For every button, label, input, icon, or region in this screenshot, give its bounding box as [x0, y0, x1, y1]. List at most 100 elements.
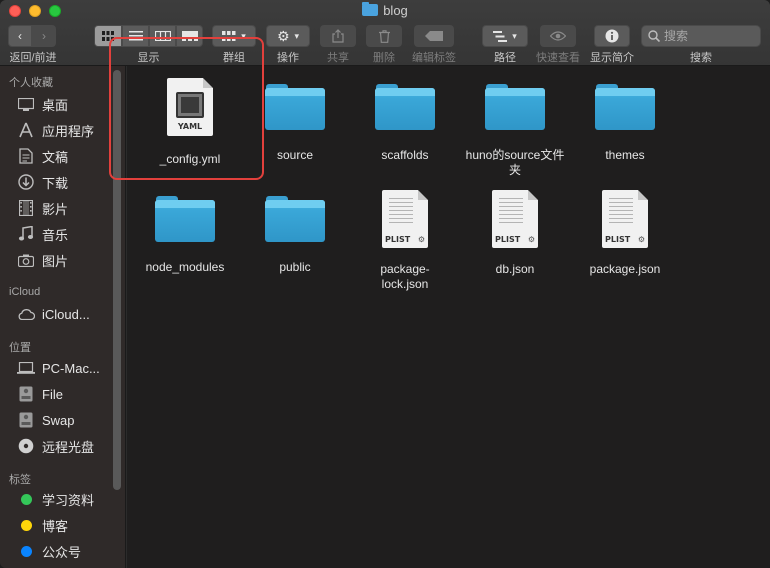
- cloud-icon: [17, 305, 35, 323]
- file-item-node-modules[interactable]: node_modules: [135, 196, 235, 275]
- file-name: scaffolds: [381, 148, 429, 162]
- folder-icon: [595, 84, 655, 130]
- sidebar-item-tag-blog[interactable]: 博客: [17, 514, 68, 536]
- trash-icon: [378, 29, 390, 43]
- plist-file-icon: PLIST ⚙: [492, 190, 538, 248]
- file-item-themes[interactable]: themes: [575, 84, 675, 163]
- share-label: 共享: [327, 52, 349, 64]
- folder-icon: [265, 84, 325, 130]
- file-name: package.json: [589, 262, 661, 276]
- search-field[interactable]: [641, 25, 761, 47]
- share-control: [320, 25, 356, 47]
- forward-button[interactable]: ›: [32, 25, 56, 47]
- gear-icon: ⚙: [417, 235, 425, 244]
- sidebar-item-label: 桌面: [42, 97, 69, 113]
- chevron-left-icon: ‹: [18, 29, 22, 43]
- sidebar-item-label: 应用程序: [42, 123, 95, 139]
- sidebar-item-movies[interactable]: 影片: [17, 197, 68, 219]
- file-item-public[interactable]: public: [245, 196, 345, 275]
- sidebar-item-icloud-drive[interactable]: iCloud...: [17, 303, 90, 325]
- file-name: public: [279, 260, 311, 274]
- info-icon: [605, 29, 619, 43]
- gear-icon: ⚙: [276, 27, 290, 44]
- file-name: themes: [605, 148, 645, 162]
- get-info-button[interactable]: [594, 25, 630, 47]
- icloud-header: iCloud: [9, 286, 41, 298]
- folder-icon: [362, 2, 379, 16]
- share-icon: [332, 29, 344, 43]
- quicklook-button[interactable]: [540, 25, 576, 47]
- file-name: package-lock.json: [380, 262, 430, 291]
- search-icon: [648, 30, 660, 42]
- sidebar-item-label: 公众号: [42, 544, 82, 560]
- laptop-icon: [17, 359, 35, 377]
- sidebar-item-applications[interactable]: 应用程序: [17, 119, 94, 141]
- search-input[interactable]: [664, 29, 754, 43]
- path-control: ▾: [482, 25, 528, 47]
- sidebar-item-music[interactable]: 音乐: [17, 223, 68, 245]
- disk-icon: [17, 385, 35, 403]
- sidebar-item-label: File: [42, 386, 63, 402]
- file-name: node_modules: [145, 260, 225, 274]
- share-button[interactable]: [320, 25, 356, 47]
- file-item-scaffolds[interactable]: scaffolds: [355, 84, 455, 163]
- sidebar: 个人收藏 桌面 应用程序 文稿 下载 影片 音乐 图片 iCloud iClou…: [0, 66, 126, 568]
- folder-icon: [485, 84, 545, 130]
- back-button[interactable]: ‹: [8, 25, 32, 47]
- sidebar-item-this-mac[interactable]: PC-Mac...: [17, 357, 100, 379]
- documents-icon: [17, 147, 35, 165]
- tag-color-dot: [21, 519, 32, 531]
- path-button[interactable]: ▾: [482, 25, 528, 47]
- quicklook-control: [540, 25, 576, 47]
- sidebar-item-label: 文稿: [42, 149, 69, 165]
- file-item-huno-source[interactable]: huno的source文件夹: [465, 84, 565, 178]
- sidebar-item-label: 影片: [42, 201, 69, 217]
- delete-button[interactable]: [366, 25, 402, 47]
- folder-icon: [155, 196, 215, 242]
- sidebar-item-swap-disk[interactable]: Swap: [17, 409, 75, 431]
- file-item-package-json[interactable]: PLIST ⚙ package.json: [575, 190, 675, 277]
- info-label: 显示简介: [590, 52, 634, 64]
- sidebar-item-label: 音乐: [42, 227, 69, 243]
- delete-control: [366, 25, 402, 47]
- file-name: huno的source文件夹: [465, 148, 565, 177]
- sidebar-item-label: PC-Mac...: [42, 360, 100, 376]
- sidebar-item-label: iCloud...: [42, 306, 90, 322]
- music-icon: [17, 225, 35, 243]
- action-button[interactable]: ⚙ ▾: [266, 25, 310, 47]
- edit-tags-button[interactable]: [414, 25, 454, 47]
- sidebar-item-pictures[interactable]: 图片: [17, 249, 68, 271]
- sidebar-item-file-disk[interactable]: File: [17, 383, 63, 405]
- gear-icon: ⚙: [637, 235, 645, 244]
- nav-label: 返回/前进: [9, 52, 57, 64]
- plist-file-icon: PLIST ⚙: [602, 190, 648, 248]
- optical-disc-icon: [17, 437, 35, 455]
- delete-label: 删除: [373, 52, 395, 64]
- disk-icon: [17, 411, 35, 429]
- window-title: blog: [0, 2, 770, 18]
- desktop-icon: [17, 95, 35, 113]
- sidebar-item-tag-study[interactable]: 学习资料: [17, 488, 94, 510]
- quicklook-label: 快速查看: [536, 52, 580, 64]
- file-item-db-json[interactable]: PLIST ⚙ db.json: [465, 190, 565, 277]
- applications-icon: [17, 121, 35, 139]
- file-item-package-lock-json[interactable]: PLIST ⚙ package-lock.json: [355, 190, 455, 292]
- path-icon: [493, 30, 508, 42]
- nav-buttons: ‹ ›: [8, 25, 56, 47]
- annotation-highlight-box: [109, 37, 264, 180]
- movies-icon: [17, 199, 35, 217]
- tags-label: 编辑标签: [412, 52, 456, 64]
- sidebar-item-tag-wechat[interactable]: 公众号: [17, 540, 81, 562]
- tags-control: [414, 25, 454, 47]
- sidebar-item-label: 远程光盘: [42, 439, 95, 455]
- sidebar-item-remote-disc[interactable]: 远程光盘: [17, 435, 94, 457]
- eye-icon: [550, 31, 566, 41]
- sidebar-item-desktop[interactable]: 桌面: [17, 93, 68, 115]
- tags-header: 标签: [9, 474, 31, 486]
- sidebar-item-documents[interactable]: 文稿: [17, 145, 68, 167]
- sidebar-item-label: 学习资料: [42, 492, 95, 508]
- sidebar-item-downloads[interactable]: 下载: [17, 171, 68, 193]
- pictures-icon: [17, 251, 35, 269]
- chevron-down-icon: ▾: [294, 30, 300, 41]
- info-control: [594, 25, 630, 47]
